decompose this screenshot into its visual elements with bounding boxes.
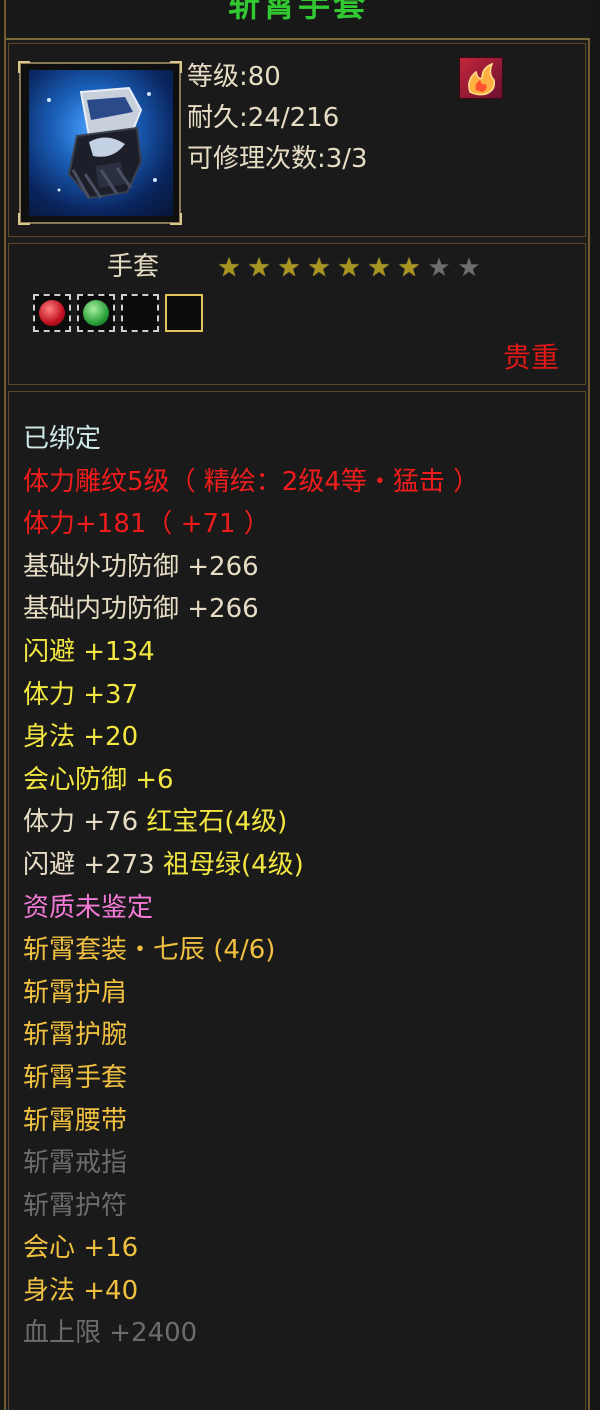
attribute-text: 体力 +37 [23, 679, 139, 710]
item-durability: 耐久:24/216 [187, 103, 340, 133]
attribute-text: 资质未鉴定 [23, 892, 154, 923]
star-filled-icon: ★ [337, 253, 361, 283]
glove-icon [29, 70, 173, 216]
gem-slots [33, 294, 203, 332]
attribute-line: 闪避 +273 祖母绿(4级) [23, 844, 479, 887]
title-bar: 斩霄手套 [6, 0, 590, 40]
gem-source-label: 祖母绿(4级) [162, 849, 304, 880]
attribute-text: 斩霄套装・七辰 (4/6) [23, 935, 276, 966]
star-filled-icon: ★ [247, 253, 271, 283]
gem-slot-4[interactable] [165, 294, 203, 332]
attribute-line: 体力 +37 [23, 674, 479, 717]
star-filled-icon: ★ [277, 253, 301, 283]
item-type-panel: 手套 ★ ★ ★ ★ ★ ★ ★ ★ ★ 贵重 [8, 243, 586, 385]
fire-buff-icon[interactable] [459, 57, 503, 99]
attribute-text: 斩霄手套 [23, 1062, 128, 1093]
attribute-line: 身法 +20 [23, 716, 479, 759]
gem-slot-1[interactable] [33, 294, 71, 332]
attribute-text: 斩霄戒指 [23, 1148, 128, 1179]
attribute-text: 闪避 +134 [23, 636, 155, 667]
attribute-text: 斩霄腰带 [23, 1105, 128, 1136]
item-level: 等级:80 [187, 62, 281, 92]
attribute-line: 资质未鉴定 [23, 887, 479, 930]
emerald-gem-icon [83, 300, 109, 326]
star-filled-icon: ★ [307, 253, 331, 283]
gem-slot-3[interactable] [121, 294, 159, 332]
attribute-line: 斩霄护肩 [23, 972, 479, 1015]
attribute-line: 体力+181（ +71 ） [23, 503, 479, 546]
attribute-line: 血上限 +2400 [23, 1312, 479, 1355]
attribute-line: 会心 +16 [23, 1227, 479, 1270]
attribute-text: 身法 +20 [23, 722, 139, 753]
item-type: 手套 [107, 252, 160, 282]
attribute-text: 会心 +16 [23, 1233, 139, 1264]
item-icon-frame[interactable] [18, 61, 182, 225]
attribute-text: 已绑定 [23, 424, 102, 454]
attribute-text: 体力雕纹5级（ 精绘：2级4等・猛击 ） [23, 466, 480, 497]
attribute-text: 基础内功防御 +266 [23, 594, 259, 625]
attribute-line: 体力 +76 红宝石(4级) [23, 801, 479, 844]
attribute-text: 体力+181（ +71 ） [23, 509, 270, 540]
item-title: 斩霄手套 [227, 0, 368, 24]
item-info-panel: 等级:80 耐久:24/216 可修理次数:3/3 [8, 43, 586, 237]
star-filled-icon: ★ [367, 253, 391, 283]
attribute-text: 斩霄护肩 [23, 977, 128, 1008]
attribute-line: 斩霄戒指 [23, 1142, 479, 1185]
gem-source-label: 红宝石(4级) [146, 807, 288, 838]
star-filled-icon: ★ [397, 253, 421, 283]
gem-slot-2[interactable] [77, 294, 115, 332]
attribute-line: 会心防御 +6 [23, 759, 479, 802]
ruby-gem-icon [39, 300, 65, 326]
attributes-panel: 已绑定体力雕纹5级（ 精绘：2级4等・猛击 ） 体力+181（ +71 ） 基础外功… [8, 391, 586, 1410]
attribute-line: 斩霄护腕 [23, 1014, 479, 1057]
attribute-line: 闪避 +134 [23, 631, 479, 674]
item-repair-count: 可修理次数:3/3 [187, 144, 368, 174]
attribute-line: 斩霄腰带 [23, 1100, 479, 1143]
star-empty-icon: ★ [457, 253, 481, 283]
attribute-text: 血上限 +2400 [23, 1318, 198, 1349]
attribute-line: 身法 +40 [23, 1270, 479, 1313]
attribute-line: 体力雕纹5级（ 精绘：2级4等・猛击 ） [23, 461, 479, 504]
attribute-line: 基础内功防御 +266 [23, 588, 479, 631]
star-rating: ★ ★ ★ ★ ★ ★ ★ ★ ★ [215, 254, 483, 282]
attribute-line: 已绑定 [23, 418, 479, 461]
attribute-line: 基础外功防御 +266 [23, 546, 479, 589]
attribute-text: 斩霄护符 [23, 1190, 128, 1221]
attribute-text: 斩霄护腕 [23, 1020, 128, 1051]
attribute-text: 身法 +40 [23, 1275, 139, 1306]
star-filled-icon: ★ [217, 253, 241, 283]
attribute-text: 会心防御 +6 [23, 764, 174, 795]
item-rarity: 贵重 [502, 341, 559, 374]
attribute-line: 斩霄护符 [23, 1185, 479, 1228]
attribute-text: 闪避 +273 [23, 849, 163, 880]
attribute-line: 斩霄套装・七辰 (4/6) [23, 929, 479, 972]
attribute-text: 基础外功防御 +266 [23, 551, 259, 582]
attribute-list: 已绑定体力雕纹5级（ 精绘：2级4等・猛击 ） 体力+181（ +71 ） 基础外功… [23, 418, 479, 1355]
star-empty-icon: ★ [427, 253, 451, 283]
attribute-text: 体力 +76 [23, 807, 147, 838]
attribute-line: 斩霄手套 [23, 1057, 479, 1100]
